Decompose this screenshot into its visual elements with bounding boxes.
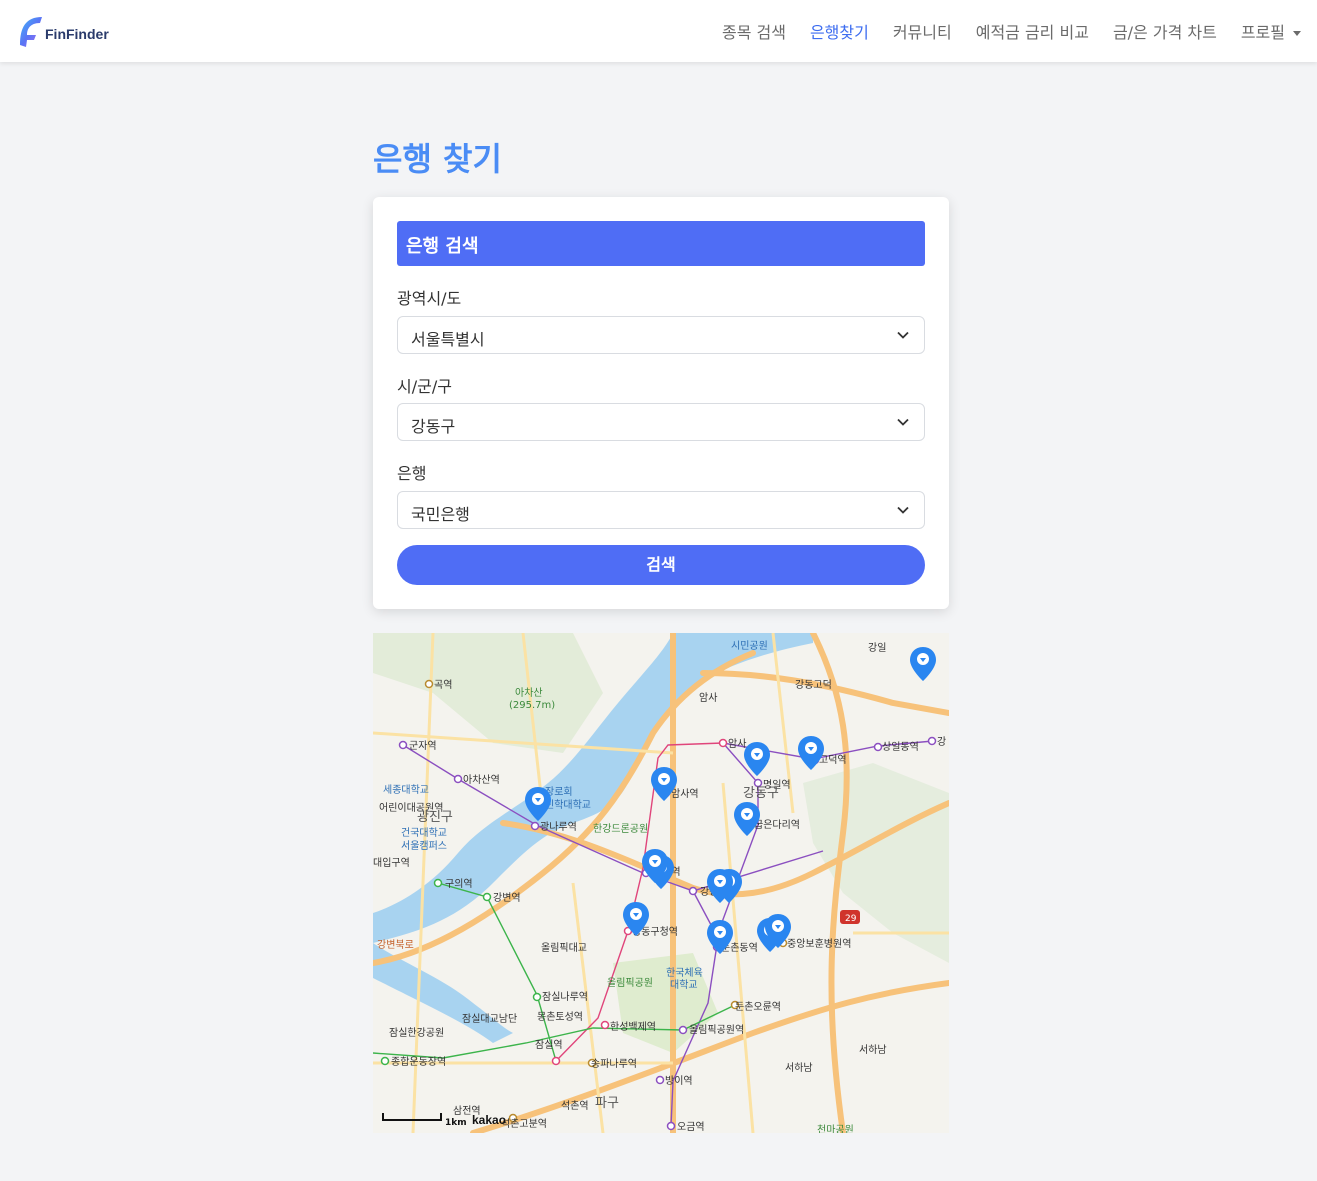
district-label: 시/군/구 — [397, 377, 452, 396]
map-label-konkuk1: 건국대학교 — [401, 827, 447, 839]
map-label-jamsil-bridge: 잠실대교남단 — [462, 1013, 517, 1025]
map-label-hanam: 서하남 — [859, 1043, 887, 1056]
chevron-down-icon — [897, 506, 909, 514]
region-select[interactable]: 서울특별시 — [397, 316, 925, 354]
map-label-songpanaru: 송파나루역 — [591, 1058, 637, 1070]
bank-label: 은행 — [397, 464, 427, 483]
map-label-sejong: 세종대학교 — [383, 784, 429, 796]
brand-logo[interactable]: FinFinder — [16, 11, 109, 51]
map-label-jamsilnaru: 잠실나루역 — [542, 991, 588, 1003]
nav-bank-finder[interactable]: 은행찾기 — [810, 19, 869, 43]
chevron-down-icon — [897, 418, 909, 426]
map-label-seokchon-gobun: 석촌고분역 — [501, 1118, 547, 1130]
map-label-amsa-st: 암사역 — [671, 788, 699, 800]
map-label-veterans: 중앙보훈병원역 — [787, 937, 851, 950]
search-button[interactable]: 검색 — [397, 545, 925, 585]
map-label-olympic-bridge: 올림픽대교 — [541, 942, 587, 954]
map-label-hangang-drone: 한강드론공원 — [593, 823, 648, 835]
map-label-gangbyeon: 강변역 — [493, 892, 521, 904]
map-label-gok: 곡역 — [434, 679, 452, 691]
map-label-gangdong-ic: 강동고덕 — [795, 679, 832, 691]
nav-profile-dropdown[interactable]: 프로필 — [1241, 19, 1301, 43]
page-title: 은행 찾기 — [373, 140, 502, 178]
map-label-olympic-park-st: 올림픽공원역 — [689, 1024, 744, 1036]
map-label-gangbyeon-road: 강변북로 — [377, 939, 414, 951]
map-label-konkuk-st: 대입구역 — [373, 856, 410, 869]
map-label-sangil: 상일동역 — [882, 741, 919, 753]
brand-name: FinFinder — [45, 26, 109, 42]
nav-stock-search[interactable]: 종목 검색 — [722, 19, 786, 43]
region-select-value: 서울특별시 — [411, 330, 485, 349]
map-label-cheonma: 천마공원 — [817, 1124, 854, 1133]
map-label-konkuk2: 서울캠퍼스 — [401, 840, 447, 852]
map-label-jamsil: 잠실역 — [535, 1039, 563, 1051]
card-header: 은행 검색 — [397, 221, 925, 266]
map-label-achasan-st: 아차산역 — [463, 774, 500, 786]
map-label-amsa2: 암사 — [728, 738, 746, 750]
caret-down-icon — [1293, 31, 1301, 36]
finfinder-logo-icon — [20, 17, 42, 47]
route-shield-number: 29 — [845, 914, 857, 924]
nav-links: 종목 검색 은행찾기 커뮤니티 예적금 금리 비교 금/은 가격 차트 프로필 — [698, 0, 1301, 62]
map-label-bangi: 방이역 — [665, 1075, 693, 1087]
district-select[interactable]: 강동구 — [397, 403, 925, 441]
map-label-gubeun: 굽은다리역 — [754, 819, 800, 831]
map-label-songpa: 파구 — [595, 1096, 619, 1111]
map-label-godeok: 고덕역 — [819, 754, 847, 766]
map-label-jangsin2: 신학대학교 — [545, 799, 591, 811]
map-label-sports-univ2: 대학교 — [670, 979, 698, 991]
scale-label: 1km — [445, 1118, 467, 1128]
map-label-jamsil-han: 잠실한강공원 — [389, 1027, 444, 1039]
nav-community[interactable]: 커뮤니티 — [893, 19, 952, 43]
chevron-down-icon — [897, 331, 909, 339]
bank-search-card: 은행 검색 광역시/도 서울특별시 시/군/구 강동구 은행 국민은행 검색 — [373, 197, 949, 609]
map-label-achasan-height: (295.7m) — [509, 700, 555, 711]
map-label-mongchon: 몽촌토성역 — [537, 1011, 583, 1023]
map-label-gangil-st: 강 — [937, 736, 946, 748]
map-canvas[interactable]: 곡역 아차산 (295.7m) 군자역 아차산역 세종대학교 어린이대공원역 광… — [373, 633, 949, 1133]
map-label-seohanam: 서하남 — [785, 1061, 813, 1074]
map-label-gwangnaru: 광나루역 — [540, 821, 577, 833]
nav-gold-silver-chart[interactable]: 금/은 가격 차트 — [1113, 19, 1217, 43]
top-navbar: FinFinder 종목 검색 은행찾기 커뮤니티 예적금 금리 비교 금/은 … — [0, 0, 1317, 62]
map-label-ogeum: 오금역 — [677, 1121, 705, 1133]
map-label-seokchon: 석촌역 — [561, 1100, 589, 1112]
nav-profile-label: 프로필 — [1240, 23, 1285, 42]
map-attribution: kakao — [472, 1113, 506, 1127]
region-label: 광역시/도 — [397, 289, 462, 308]
map-label-guui: 구의역 — [445, 878, 473, 890]
bank-select[interactable]: 국민은행 — [397, 491, 925, 529]
map-label-amsa: 암사 — [699, 692, 717, 704]
nav-deposit-compare[interactable]: 예적금 금리 비교 — [976, 19, 1089, 43]
map-label-hansung: 한성백제역 — [610, 1021, 656, 1033]
map-label-sports-univ1: 한국체육 — [666, 967, 703, 979]
map-label-dunchon-oryun: 둔촌오륜역 — [735, 1001, 781, 1013]
map-label-gangdong: 강동구 — [743, 786, 779, 801]
map-label-gunja: 군자역 — [409, 740, 437, 752]
map-label-park-seoul: 시민공원 — [731, 640, 768, 652]
district-select-value: 강동구 — [411, 417, 456, 436]
map-label-olympic-park: 올림픽공원 — [607, 977, 653, 989]
bank-select-value: 국민은행 — [411, 505, 470, 524]
map-label-gwangjin: 광진구 — [417, 810, 453, 825]
map-label-gangil: 강일 — [868, 642, 886, 654]
map-label-achasan: 아차산 — [515, 687, 543, 699]
map-label-sports-complex: 종합운동장역 — [391, 1056, 446, 1068]
bank-map[interactable]: 곡역 아차산 (295.7m) 군자역 아차산역 세종대학교 어린이대공원역 광… — [373, 633, 949, 1133]
